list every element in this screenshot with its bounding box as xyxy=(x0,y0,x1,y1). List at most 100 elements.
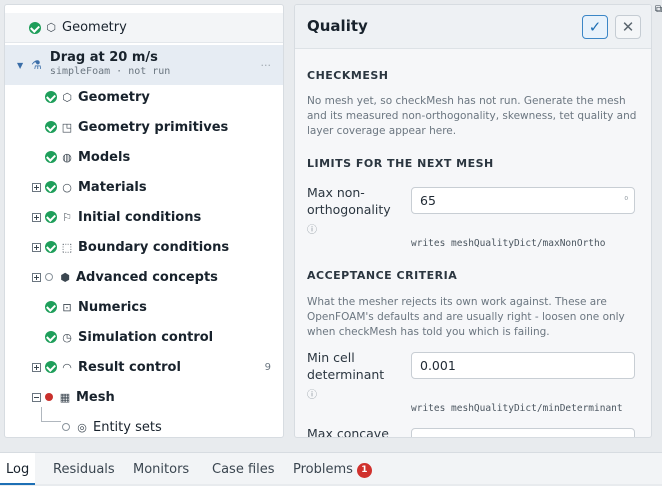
expand-icon[interactable] xyxy=(32,272,41,282)
min-determinant-label: Min cell determinant xyxy=(307,350,385,382)
done-check-icon xyxy=(45,181,57,193)
max-concave-label: Max concave xyxy=(307,426,389,438)
acceptance-description: What the mesher rejects its own work aga… xyxy=(307,296,625,338)
expand-icon[interactable] xyxy=(32,242,41,252)
acceptance-heading: ACCEPTANCE CRITERIA xyxy=(307,269,458,282)
done-check-icon xyxy=(45,121,57,133)
numerics-icon: ⊡ xyxy=(62,300,72,314)
tree-item-geometry[interactable]: ⬡ Geometry xyxy=(5,82,283,112)
done-check-icon xyxy=(29,21,41,34)
tree-item-label: Boundary conditions xyxy=(78,239,230,255)
tree-item-advanced-concepts[interactable]: ⬢ Advanced concepts xyxy=(5,262,283,292)
pending-status-icon xyxy=(62,423,70,431)
writes-path: writes meshQualityDict/maxNonOrtho xyxy=(411,238,606,249)
cube-icon: ⬡ xyxy=(46,21,56,34)
max-concave-value: 80 xyxy=(420,434,436,437)
boundary-icon: ⬚ xyxy=(61,240,73,254)
expand-icon[interactable] xyxy=(32,362,41,372)
max-nonortho-value: 65 xyxy=(420,193,436,208)
tree-item-entity-sets[interactable]: ◎ Entity sets xyxy=(5,412,283,437)
target-icon: ◎ xyxy=(77,420,87,434)
max-concave-input[interactable]: 80 xyxy=(411,428,635,437)
flask-icon: ⚗ xyxy=(31,58,42,72)
case-subtitle: simpleFoam · not run xyxy=(49,66,171,77)
case-name: Drag at 20 m/s xyxy=(49,50,158,65)
done-check-icon xyxy=(45,151,57,163)
tab-monitors[interactable]: Monitors xyxy=(133,453,189,485)
info-icon[interactable]: ⓘ xyxy=(307,221,317,236)
max-nonortho-label: Max non-orthogonality xyxy=(307,185,391,217)
tree-item-geometry-primitives[interactable]: ◳ Geometry primitives xyxy=(5,112,283,142)
tree-item-label: Materials xyxy=(78,179,147,195)
grid-icon: ▦ xyxy=(59,390,71,404)
result-count-badge: 9 xyxy=(264,361,271,373)
min-determinant-value: 0.001 xyxy=(420,358,456,373)
hexagon-icon: ⬢ xyxy=(60,270,70,284)
panel-title: Quality xyxy=(307,17,368,35)
tree-item-label: Geometry primitives xyxy=(78,119,229,135)
writes-path: writes meshQualityDict/minDeterminant xyxy=(411,403,623,414)
tree-item-initial-conditions[interactable]: ⚐ Initial conditions xyxy=(5,202,283,232)
case-row-drag[interactable]: ▼ ⚗ Drag at 20 m/s simpleFoam · not run … xyxy=(5,45,283,85)
max-nonortho-input[interactable]: 65 ⁰ xyxy=(411,187,635,214)
min-determinant-input[interactable]: 0.001 xyxy=(411,352,635,379)
shapes-icon: ◳ xyxy=(61,120,73,134)
collapse-icon[interactable] xyxy=(32,392,41,402)
tree-item-mesh[interactable]: ▦ Mesh xyxy=(5,382,283,412)
tree-item-label: Models xyxy=(78,149,131,165)
side-toggle-icon[interactable]: ⧉ xyxy=(655,4,662,22)
done-check-icon xyxy=(45,301,57,313)
tree-item-label: Result control xyxy=(78,359,181,375)
error-status-icon xyxy=(45,393,53,401)
pending-status-icon xyxy=(45,273,53,281)
tree-item-numerics[interactable]: ⊡ Numerics xyxy=(5,292,283,322)
tree-item-label: Numerics xyxy=(78,299,147,315)
cube-icon: ⬡ xyxy=(62,90,72,104)
done-check-icon xyxy=(45,331,57,343)
tree-item-label: Advanced concepts xyxy=(76,269,218,285)
quality-panel: Quality ✓ ✕ CHECKMESH No mesh yet, so ch… xyxy=(294,4,652,438)
tab-residuals[interactable]: Residuals xyxy=(53,453,115,485)
tab-problems[interactable]: Problems 1 xyxy=(293,453,372,485)
gauge-icon: ◠ xyxy=(62,360,72,374)
spinner-icon[interactable]: ⁰ xyxy=(624,189,628,214)
tree-item-result-control[interactable]: ◠ Result control 9 xyxy=(5,352,283,382)
tree-item-label: Initial conditions xyxy=(78,209,202,225)
tree-item-label: Mesh xyxy=(76,389,115,405)
globe-icon: ◍ xyxy=(62,150,72,164)
expand-icon[interactable] xyxy=(32,212,41,222)
tree-item-simulation-control[interactable]: ◷ Simulation control xyxy=(5,322,283,352)
flag-icon: ⚐ xyxy=(62,210,72,224)
done-check-icon xyxy=(45,211,57,223)
done-check-icon xyxy=(45,241,57,253)
limits-heading: LIMITS FOR THE NEXT MESH xyxy=(307,157,494,170)
tree-item-label: Simulation control xyxy=(78,329,214,345)
bottom-tab-bar: Log Residuals Monitors Case files Proble… xyxy=(0,452,662,485)
checkmesh-description: No mesh yet, so checkMesh has not run. G… xyxy=(307,95,637,137)
done-check-icon xyxy=(45,91,57,103)
close-button[interactable]: ✕ xyxy=(615,15,641,39)
case-tree: ⬡ Geometry ▼ ⚗ Drag at 20 m/s simpleFoam… xyxy=(4,4,284,438)
droplet-icon: ○ xyxy=(62,180,72,194)
tab-case-files[interactable]: Case files xyxy=(212,453,275,485)
tree-item-materials[interactable]: ○ Materials xyxy=(5,172,283,202)
checkmesh-heading: CHECKMESH xyxy=(307,69,389,82)
info-icon[interactable]: ⓘ xyxy=(307,386,317,401)
expand-icon[interactable] xyxy=(32,182,41,192)
tree-item-boundary-conditions[interactable]: ⬚ Boundary conditions xyxy=(5,232,283,262)
tree-item-label: Geometry xyxy=(62,20,127,35)
app-root: ⬡ Geometry ▼ ⚗ Drag at 20 m/s simpleFoam… xyxy=(0,0,662,496)
tree-item-label: Geometry xyxy=(78,89,150,105)
done-check-icon xyxy=(45,361,57,373)
more-options-icon[interactable]: ··· xyxy=(261,59,272,72)
tab-log[interactable]: Log xyxy=(0,453,36,485)
confirm-button[interactable]: ✓ xyxy=(582,15,608,39)
problems-count-badge: 1 xyxy=(356,463,372,478)
tree-item-label: Entity sets xyxy=(93,419,162,435)
collapse-triangle-icon[interactable]: ▼ xyxy=(17,61,23,70)
tree-item-models[interactable]: ◍ Models xyxy=(5,142,283,172)
clock-icon: ◷ xyxy=(62,330,72,344)
tree-item-geometry-top[interactable]: ⬡ Geometry xyxy=(5,13,283,43)
log-area xyxy=(0,486,662,496)
panel-header: Quality ✓ ✕ xyxy=(295,5,651,49)
